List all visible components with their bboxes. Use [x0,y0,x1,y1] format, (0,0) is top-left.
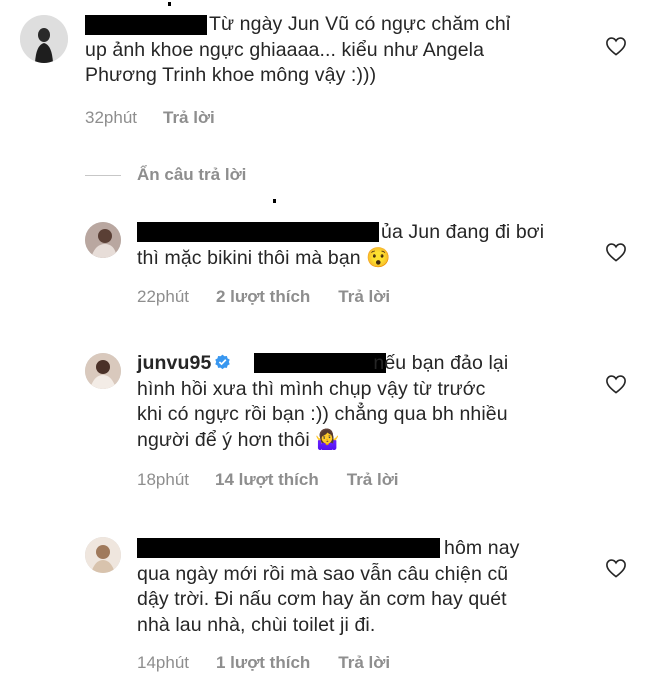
comment-meta: 22phút 2 lượt thích Trả lời [137,287,390,307]
avatar[interactable] [85,222,121,258]
likes-count[interactable]: 1 lượt thích [216,653,310,673]
reply-button[interactable]: Trả lời [163,108,215,128]
verified-badge-icon [215,354,231,370]
heart-outline-icon[interactable] [605,558,627,578]
comment-meta: 32phút Trả lời [85,108,215,128]
heart-outline-icon[interactable] [605,36,627,56]
comment-time[interactable]: 22phút [137,287,189,307]
likes-count[interactable]: 14 lượt thích [215,470,319,490]
avatar[interactable] [85,537,121,573]
comment-text: ủa Jun đang đi bơi thì mặc bikini thôi m… [137,221,545,269]
avatar[interactable] [85,353,121,389]
comment-text: hôm nay qua ngày mới rồi mà sao vẫn câu … [137,537,520,636]
hide-replies-button[interactable]: Ẩn câu trả lời [137,165,246,185]
comment-text: junvu95 nếu bạn đảo lại hình hồi xưa thì … [137,352,509,451]
comment-time[interactable]: 32phút [85,108,137,128]
comment-meta: 14phút 1 lượt thích Trả lời [137,653,390,673]
heart-outline-icon[interactable] [605,374,627,394]
redaction-mark [168,2,171,6]
reply-button[interactable]: Trả lời [347,470,399,490]
likes-count[interactable]: 2 lượt thích [216,287,310,307]
redaction-mark [273,199,276,203]
divider [85,175,121,176]
reply-button[interactable]: Trả lời [338,287,390,307]
comment-meta: 18phút 14 lượt thích Trả lời [137,470,399,490]
comment-time[interactable]: 14phút [137,653,189,673]
avatar[interactable] [20,15,68,63]
comment-text: Từ ngày Jun Vũ có ngực chăm chỉ up ảnh k… [85,13,511,86]
comment-time[interactable]: 18phút [137,470,189,490]
username[interactable]: junvu95 [137,352,211,374]
heart-outline-icon[interactable] [605,242,627,262]
reply-button[interactable]: Trả lời [338,653,390,673]
